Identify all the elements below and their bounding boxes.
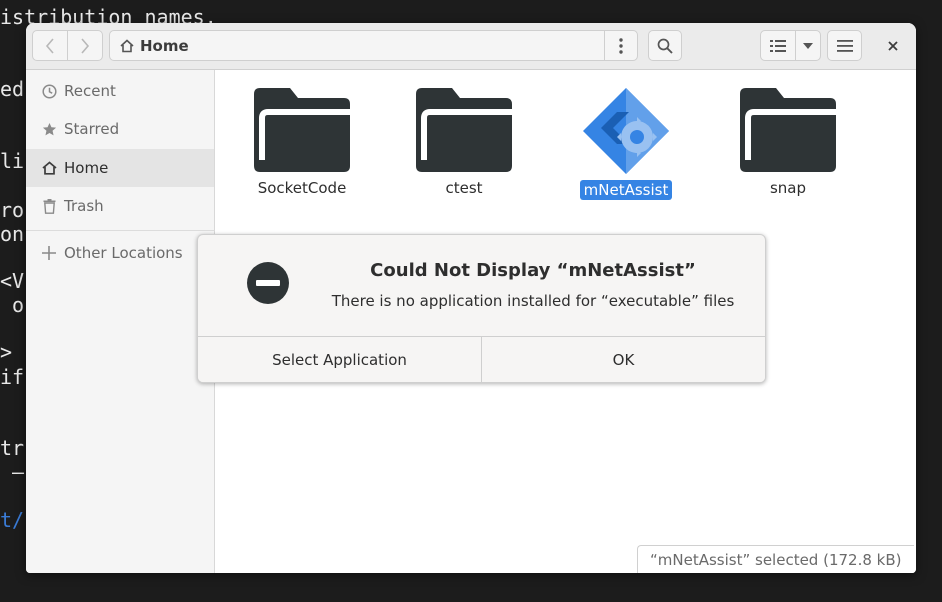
dialog-message: There is no application installed for “e… (331, 292, 735, 310)
chevron-left-icon (45, 37, 54, 54)
terminal-line: <V (0, 269, 25, 293)
sidebar-item-label: Starred (64, 120, 120, 138)
sidebar-item-label: Trash (64, 197, 104, 215)
terminal-line: li (0, 149, 25, 173)
terminal-line: tr (0, 436, 25, 460)
dialog-title: Could Not Display “mNetAssist” (370, 260, 696, 281)
terminal-line: ed (0, 77, 25, 101)
forward-button[interactable] (67, 30, 103, 61)
path-menu-button[interactable] (604, 30, 638, 61)
file-item[interactable]: SocketCode (242, 88, 362, 198)
sidebar-item-label: Home (64, 159, 109, 177)
sidebar-divider (26, 230, 214, 231)
folder-icon (740, 88, 836, 172)
terminal-line: on (0, 222, 25, 246)
executable-icon (583, 88, 669, 174)
sidebar-item-home[interactable]: Home (26, 149, 214, 187)
headerbar: Home (26, 23, 916, 70)
file-name: ctest (445, 179, 483, 197)
file-name: snap (769, 179, 807, 197)
triangle-down-icon (803, 42, 813, 49)
vertical-dots-icon (619, 37, 623, 54)
star-icon (40, 122, 58, 137)
terminal-line: > (0, 340, 13, 364)
file-item[interactable]: ctest (404, 88, 524, 198)
file-name: mNetAssist (579, 180, 673, 200)
error-icon (247, 262, 289, 308)
location-label: Home (140, 36, 189, 55)
sidebar-item-other-locations[interactable]: Other Locations (26, 234, 214, 272)
file-item[interactable]: snap (728, 88, 848, 198)
list-view-button[interactable] (760, 30, 796, 61)
sidebar-item-trash[interactable]: Trash (26, 187, 214, 225)
main-menu-button[interactable] (827, 30, 862, 61)
sidebar-item-label: Recent (64, 82, 116, 100)
terminal-line: – (0, 460, 25, 484)
file-item-selected[interactable]: mNetAssist (566, 88, 686, 200)
folder-icon (416, 88, 512, 172)
terminal-line: t/ (0, 508, 25, 532)
file-name: SocketCode (257, 179, 347, 197)
select-application-button[interactable]: Select Application (198, 337, 481, 382)
search-button[interactable] (648, 30, 682, 61)
dialog-actions: Select Application OK (198, 336, 765, 382)
close-icon (888, 41, 898, 51)
terminal-line: ro (0, 198, 25, 222)
selection-status: “mNetAssist” selected (172.8 kB) (637, 545, 914, 573)
close-window-button[interactable] (881, 34, 905, 58)
chevron-right-icon (81, 37, 90, 54)
sidebar-item-recent[interactable]: Recent (26, 72, 214, 110)
plus-icon (40, 246, 58, 260)
hamburger-menu-icon (836, 39, 853, 52)
error-dialog: Could Not Display “mNetAssist” There is … (197, 234, 766, 383)
search-icon (657, 38, 673, 54)
location-pathbar[interactable]: Home (109, 30, 605, 61)
ok-button[interactable]: OK (481, 337, 765, 382)
view-options-button[interactable] (795, 30, 821, 61)
sidebar-item-starred[interactable]: Starred (26, 110, 214, 148)
folder-icon (254, 88, 350, 172)
back-button[interactable] (32, 30, 68, 61)
terminal-line: if (0, 365, 25, 389)
list-view-icon (770, 39, 786, 52)
sidebar-item-label: Other Locations (64, 244, 183, 262)
trash-icon (40, 198, 58, 214)
terminal-line: o (0, 293, 25, 317)
home-icon (40, 161, 58, 175)
places-sidebar: Recent Starred Home Trash Other Location… (26, 70, 215, 573)
clock-icon (40, 83, 58, 99)
home-icon (120, 38, 134, 52)
